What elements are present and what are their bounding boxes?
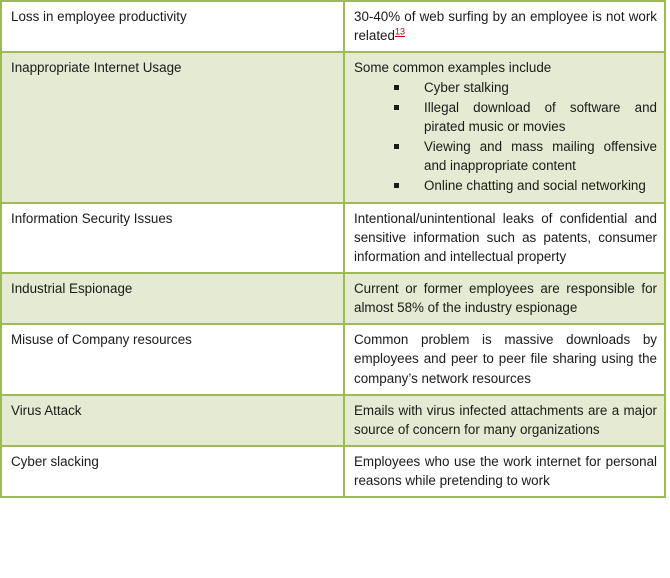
issue-label: Inappropriate Internet Usage	[11, 60, 182, 76]
issue-name-cell: Misuse of Company resources	[1, 324, 345, 395]
issue-detail-cell: Some common examples include Cyber stalk…	[344, 52, 665, 204]
table-row: Cyber slacking Employees who use the wor…	[1, 445, 665, 497]
list-item-label: Cyber stalking	[424, 80, 509, 96]
issue-detail-cell: Employees who use the work internet for …	[344, 445, 665, 497]
detail-text: Some common examples include	[354, 60, 552, 76]
list-item: Illegal download of software and pirated…	[394, 98, 657, 136]
issue-name-cell: Information Security Issues	[1, 203, 345, 274]
list-item-label: Online chatting and social networking	[424, 178, 646, 194]
table-row: Virus Attack Emails with virus infected …	[1, 394, 665, 446]
issue-detail-cell: 30-40% of web surfing by an employee is …	[344, 1, 665, 53]
footnote-reference-13[interactable]: 13	[395, 27, 405, 37]
table-row: Loss in employee productivity 30-40% of …	[1, 1, 665, 53]
issue-detail-cell: Intentional/unintentional leaks of confi…	[344, 203, 665, 274]
issue-name-cell: Virus Attack	[1, 394, 345, 446]
internet-misuse-issues-table: Loss in employee productivity 30-40% of …	[0, 0, 666, 498]
table-row: Misuse of Company resources Common probl…	[1, 324, 665, 395]
list-item-label: Illegal download of software and pirated…	[424, 100, 657, 135]
list-item: Cyber stalking	[394, 78, 657, 97]
table-row: Information Security Issues Intentional/…	[1, 203, 665, 274]
issue-label: Virus Attack	[11, 402, 82, 418]
table-row: Inappropriate Internet Usage Some common…	[1, 52, 665, 204]
issue-name-cell: Loss in employee productivity	[1, 1, 345, 53]
list-item-label: Viewing and mass mailing offensive and i…	[424, 139, 657, 174]
issue-label: Information Security Issues	[11, 211, 173, 227]
issue-detail-cell: Common problem is massive downloads by e…	[344, 324, 665, 395]
examples-list: Cyber stalking Illegal download of softw…	[354, 78, 657, 195]
issue-name-cell: Inappropriate Internet Usage	[1, 52, 345, 204]
list-item: Viewing and mass mailing offensive and i…	[394, 137, 657, 175]
issue-name-cell: Industrial Espionage	[1, 273, 345, 325]
list-item: Online chatting and social networking	[394, 176, 657, 195]
issue-label: Misuse of Company resources	[11, 332, 192, 348]
table-body: Loss in employee productivity 30-40% of …	[1, 1, 665, 497]
table-row: Industrial Espionage Current or former e…	[1, 273, 665, 325]
issue-label: Industrial Espionage	[11, 281, 133, 297]
issue-detail-cell: Emails with virus infected attachments a…	[344, 394, 665, 446]
issue-label: Cyber slacking	[11, 453, 99, 469]
issue-label: Loss in employee productivity	[11, 9, 187, 24]
issue-name-cell: Cyber slacking	[1, 445, 345, 497]
issue-detail-cell: Current or former employees are responsi…	[344, 273, 665, 325]
